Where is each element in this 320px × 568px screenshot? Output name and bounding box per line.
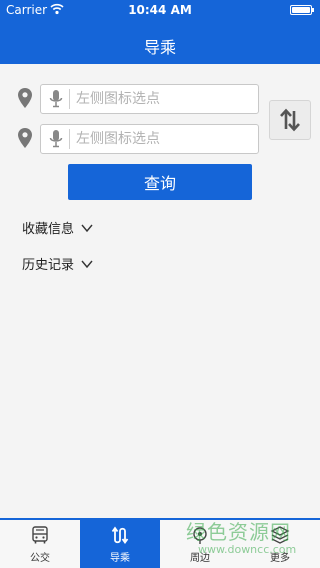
start-point-field[interactable] [40,84,259,114]
watermark-url: www.downcc.com [198,543,297,556]
chevron-down-icon [81,260,93,268]
page-title: 导乘 [143,38,176,57]
tab-route-guide[interactable]: 导乘 [80,520,160,568]
app-header: Carrier 10:44 AM 导乘 [0,0,320,64]
end-point-field[interactable] [40,124,259,154]
microphone-icon[interactable] [49,130,63,148]
battery-icon [290,5,314,15]
watermark-text: 绿色资源网 [186,520,291,544]
favorites-toggle[interactable]: 收藏信息 [22,218,93,237]
favorites-label: 收藏信息 [22,222,75,237]
end-point-input[interactable] [76,126,258,152]
swap-button[interactable] [269,100,311,140]
tab-bus[interactable]: 公交 [0,520,80,568]
history-label: 历史记录 [22,258,75,273]
end-location-pin-icon[interactable] [18,128,32,148]
start-point-input[interactable] [76,86,258,112]
tab-bus-label: 公交 [30,553,50,564]
route-icon [111,526,129,545]
start-location-pin-icon[interactable] [18,88,32,108]
chevron-down-icon [81,224,93,232]
field-divider [69,129,70,149]
history-toggle[interactable]: 历史记录 [22,254,93,273]
bus-icon [32,526,48,544]
tab-route-guide-label: 导乘 [110,553,130,564]
swap-arrows-icon [280,108,300,132]
status-bar: Carrier 10:44 AM [0,0,320,20]
status-time: 10:44 AM [128,3,192,17]
microphone-icon[interactable] [49,90,63,108]
field-divider [69,89,70,109]
query-button[interactable]: 查询 [68,164,252,200]
